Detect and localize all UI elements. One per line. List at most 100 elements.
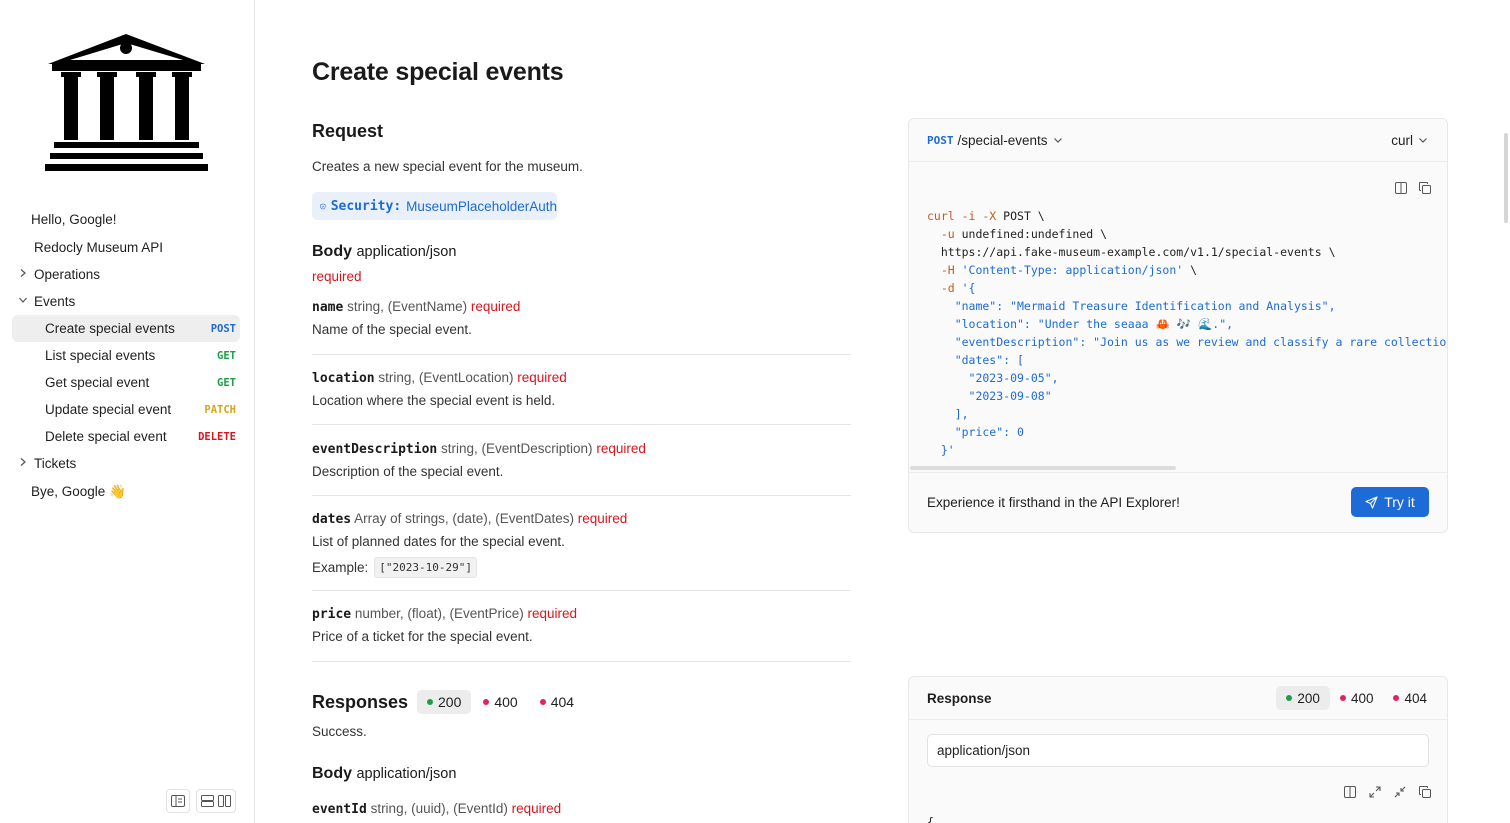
divider xyxy=(312,354,851,355)
code-token: "location": "Under the seaaa 🦀 🎶 🌊.", xyxy=(927,317,1233,331)
try-it-button[interactable]: Try it xyxy=(1351,487,1429,517)
response-tab-400[interactable]: 400 xyxy=(1330,686,1384,710)
code-token: -d xyxy=(927,281,955,295)
split-layout-icon[interactable] xyxy=(218,795,231,807)
code-line: "price": 0 xyxy=(927,423,1447,441)
response-code: 404 xyxy=(1404,691,1427,706)
code-token: "2023-09-08" xyxy=(927,389,1052,403)
curl-code: curl -i -X POST \ -u undefined:undefined… xyxy=(927,207,1447,459)
chevron-down-icon xyxy=(18,295,28,305)
field-meta: number, (float), (EventPrice) xyxy=(355,606,524,621)
sidebar-item-operations[interactable]: Operations xyxy=(12,261,240,288)
code-token: }' xyxy=(927,443,955,457)
response-tab-404[interactable]: 404 xyxy=(1383,686,1437,710)
sidebar-item-hello[interactable]: Hello, Google! xyxy=(12,206,240,233)
code-token: "eventDescription": "Join us as we revie… xyxy=(927,335,1447,349)
field-name: name string, (EventName) required Name o… xyxy=(312,299,851,337)
wrap-lines-button[interactable] xyxy=(1342,784,1358,800)
code-token: "2023-09-05", xyxy=(927,371,1059,385)
code-token: POST \ xyxy=(996,209,1044,223)
toggle-sidebar-button[interactable] xyxy=(166,789,190,813)
sidebar-item-label: Tickets xyxy=(34,456,76,471)
response-body-heading: Body application/json xyxy=(312,765,456,783)
endpoint-selector[interactable]: POST /special-events xyxy=(927,133,1064,148)
code-line: "eventDescription": "Join us as we revie… xyxy=(927,333,1447,351)
sidebar-item-label: Delete special event xyxy=(45,429,167,444)
sidebar-item-bye[interactable]: Bye, Google 👋 xyxy=(12,478,240,505)
response-code: 200 xyxy=(1297,691,1320,706)
content-type-select[interactable]: application/json xyxy=(927,734,1429,767)
collapse-all-button[interactable] xyxy=(1392,784,1408,800)
field-location: location string, (EventLocation) require… xyxy=(312,370,851,408)
response-panel-title: Response xyxy=(927,691,992,706)
code-line: "2023-09-08" xyxy=(927,387,1447,405)
sidebar-item-label: Operations xyxy=(34,267,100,282)
sidebar-item-label: Hello, Google! xyxy=(31,212,117,227)
shield-icon xyxy=(320,200,326,213)
field-required: required xyxy=(512,801,562,816)
page-scrollbar[interactable] xyxy=(1504,133,1508,223)
sidebar-item-list-special-events[interactable]: List special events GET xyxy=(12,342,240,369)
method-badge-delete: DELETE xyxy=(198,431,236,443)
response-tab-400[interactable]: 400 xyxy=(473,690,527,714)
field-meta: string, (EventDescription) xyxy=(441,441,593,456)
chevron-right-icon xyxy=(18,457,28,467)
language-label: curl xyxy=(1391,133,1413,148)
code-token: undefined:undefined \ xyxy=(955,227,1107,241)
panel-icon xyxy=(1344,786,1356,798)
sidebar-item-museum-api[interactable]: Redocly Museum API xyxy=(12,234,240,261)
code-line: "2023-09-05", xyxy=(927,369,1447,387)
security-badge[interactable]: Security: MuseumPlaceholderAuth xyxy=(312,192,557,220)
copy-button[interactable] xyxy=(1417,180,1433,196)
code-token: https://api.fake-museum-example.com/v1.1… xyxy=(927,245,1336,259)
field-event-id: eventId string, (uuid), (EventId) requir… xyxy=(312,801,851,817)
request-sample-panel: POST /special-events curl curl -i -X POS… xyxy=(908,118,1448,533)
sidebar-item-label: Get special event xyxy=(45,375,149,390)
sidebar-panel-icon xyxy=(171,795,185,807)
wrap-lines-button[interactable] xyxy=(1393,180,1409,196)
sidebar-item-delete-special-event[interactable]: Delete special event DELETE xyxy=(12,423,240,450)
response-tab-200[interactable]: 200 xyxy=(1276,686,1330,710)
error-dot-icon xyxy=(483,699,489,705)
field-name-label: price xyxy=(312,607,351,622)
field-required: required xyxy=(578,511,628,526)
response-code: 200 xyxy=(438,694,461,710)
endpoint-path: /special-events xyxy=(958,133,1048,148)
sidebar-item-get-special-event[interactable]: Get special event GET xyxy=(12,369,240,396)
chevron-down-icon xyxy=(1417,134,1429,146)
response-tab-200[interactable]: 200 xyxy=(417,690,471,714)
code-token: -H xyxy=(927,263,955,277)
responses-heading: Responses xyxy=(312,692,408,713)
code-token: '{ xyxy=(955,281,976,295)
collapse-icon xyxy=(1394,786,1406,798)
explorer-footer: Experience it firsthand in the API Explo… xyxy=(909,472,1447,532)
layout-toggle[interactable] xyxy=(196,789,236,813)
field-event-description: eventDescription string, (EventDescripti… xyxy=(312,441,851,479)
stacked-layout-icon[interactable] xyxy=(201,795,214,807)
sidebar-item-events[interactable]: Events xyxy=(12,288,240,315)
language-selector[interactable]: curl xyxy=(1391,133,1429,148)
body-heading: Body application/json xyxy=(312,243,456,261)
response-code-tabs: 200 400 404 xyxy=(417,690,584,714)
sidebar-item-label: List special events xyxy=(45,348,155,363)
divider xyxy=(312,661,851,662)
response-panel-tabs: 200 400 404 xyxy=(1276,686,1437,710)
field-meta: string, (uuid), (EventId) xyxy=(371,801,508,816)
response-tab-404[interactable]: 404 xyxy=(530,690,584,714)
horizontal-scrollbar[interactable] xyxy=(910,466,1176,470)
expand-all-button[interactable] xyxy=(1367,784,1383,800)
code-token: "price": 0 xyxy=(927,425,1024,439)
code-token: "name": "Mermaid Treasure Identification… xyxy=(927,299,1336,313)
response-body-type: application/json xyxy=(356,766,456,782)
field-meta: string, (EventName) xyxy=(347,299,467,314)
code-line: "name": "Mermaid Treasure Identification… xyxy=(927,297,1447,315)
response-sample-panel: Response 200 400 404 application/json { xyxy=(908,676,1448,823)
sidebar-item-update-special-event[interactable]: Update special event PATCH xyxy=(12,396,240,423)
sidebar-item-create-special-events[interactable]: Create special events POST xyxy=(12,315,240,342)
code-line: https://api.fake-museum-example.com/v1.1… xyxy=(927,243,1447,261)
copy-button[interactable] xyxy=(1417,784,1433,800)
field-meta: string, (EventLocation) xyxy=(378,370,513,385)
sidebar-item-tickets[interactable]: Tickets xyxy=(12,450,240,477)
divider xyxy=(312,424,851,425)
success-dot-icon xyxy=(427,699,433,705)
